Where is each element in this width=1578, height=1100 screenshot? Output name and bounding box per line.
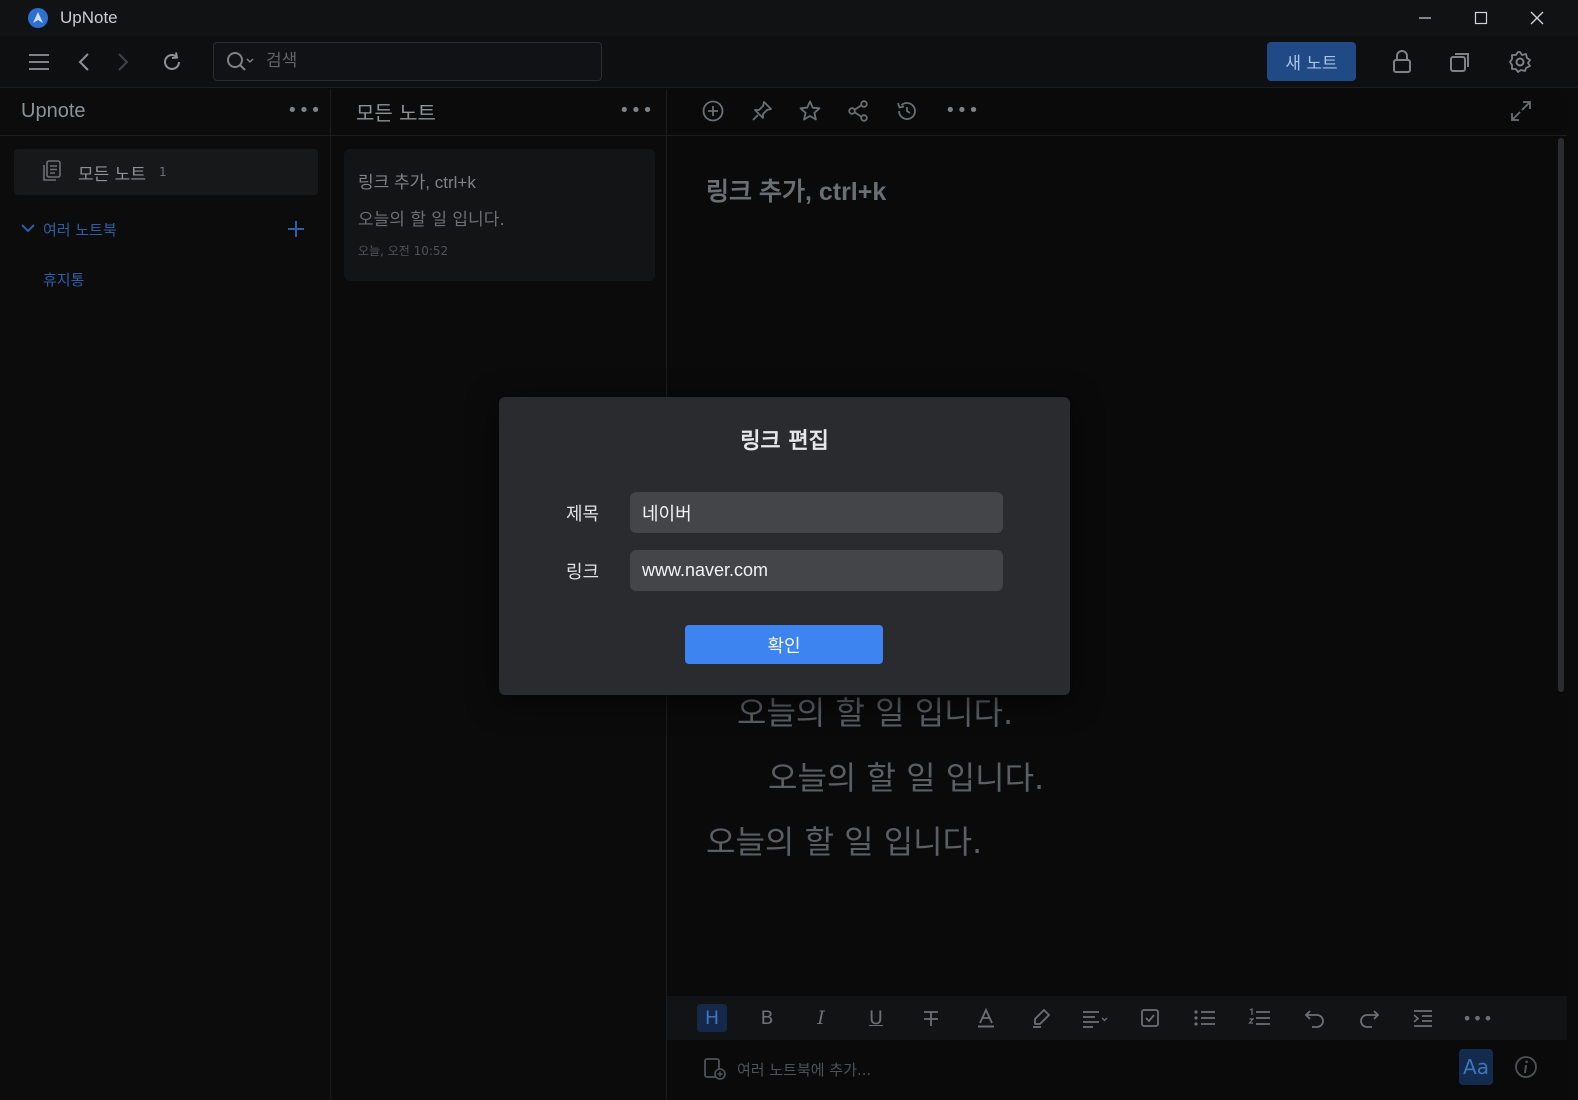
bold-button[interactable]: B — [752, 1004, 782, 1032]
gear-icon — [1509, 51, 1531, 73]
align-button[interactable] — [1080, 1004, 1110, 1032]
editor-divider — [667, 135, 1567, 136]
chevron-right-icon — [118, 53, 129, 71]
expand-button[interactable] — [1509, 99, 1533, 123]
note-list-more-button[interactable]: ••• — [619, 100, 654, 121]
redo-icon — [1360, 1010, 1380, 1028]
text-color-icon — [978, 1008, 994, 1028]
pin-icon — [752, 101, 772, 121]
maximize-icon — [1474, 11, 1488, 25]
underline-button[interactable]: U — [861, 1004, 891, 1032]
add-notebook-button[interactable] — [287, 220, 305, 238]
new-window-button[interactable] — [1446, 48, 1474, 76]
upnote-logo-icon — [28, 8, 48, 28]
editor-more-button[interactable]: ••• — [945, 100, 980, 121]
redo-button[interactable] — [1354, 1004, 1384, 1032]
sidebar-title: Upnote — [21, 100, 86, 122]
minimize-button[interactable] — [1397, 0, 1453, 36]
undo-button[interactable] — [1300, 1004, 1330, 1032]
history-button[interactable] — [895, 99, 919, 123]
sidebar — [0, 89, 331, 1100]
sidebar-item-notebooks[interactable]: 여러 노트북 — [43, 219, 117, 240]
align-left-icon — [1083, 1011, 1108, 1028]
sidebar-more-button[interactable]: ••• — [287, 100, 322, 121]
lock-button[interactable] — [1388, 48, 1416, 76]
confirm-button[interactable]: 확인 — [685, 625, 883, 664]
indent-icon — [1413, 1010, 1432, 1027]
editor-body-line[interactable]: 오늘의 할 일 입니다. — [768, 753, 1044, 799]
plus-circle-icon — [702, 100, 724, 122]
new-note-button[interactable]: 새 노트 — [1267, 42, 1356, 81]
expand-icon — [1511, 101, 1531, 121]
close-window-button[interactable] — [1509, 0, 1565, 36]
refresh-icon — [164, 52, 180, 70]
text-style-button[interactable]: Aa — [1459, 1049, 1493, 1085]
link-title-input[interactable] — [630, 492, 1003, 533]
note-list-title: 모든 노트 — [356, 101, 436, 125]
undo-icon — [1304, 1010, 1324, 1028]
note-list-divider — [331, 135, 667, 136]
notes-stack-icon — [42, 160, 62, 182]
sidebar-divider — [0, 135, 331, 136]
info-icon — [1515, 1056, 1537, 1078]
numbered-list-button[interactable] — [1245, 1004, 1275, 1032]
title-bar — [0, 0, 1578, 36]
note-count-badge: 1 — [159, 165, 167, 179]
search-icon — [226, 51, 258, 73]
share-icon — [848, 100, 868, 122]
search-input[interactable] — [266, 50, 586, 72]
note-card-snippet: 오늘의 할 일 입니다. — [358, 210, 505, 230]
strikethrough-icon — [924, 1011, 938, 1026]
plus-icon — [288, 221, 304, 237]
link-field-label: 링크 — [566, 562, 600, 583]
add-circle-button[interactable] — [701, 99, 725, 123]
menu-button[interactable] — [25, 48, 53, 76]
pin-button[interactable] — [750, 99, 774, 123]
history-icon — [897, 102, 916, 120]
dialog-title: 링크 편집 — [740, 429, 829, 454]
checkbox-icon — [1141, 1009, 1159, 1027]
note-card-timestamp: 오늘, 오전 10:52 — [358, 244, 449, 258]
editor-body-line[interactable]: 오늘의 할 일 입니다. — [706, 817, 982, 863]
highlight-button[interactable] — [1026, 1004, 1056, 1032]
star-icon — [799, 100, 821, 121]
sidebar-item-label: 모든 노트 — [78, 165, 146, 185]
app-title: UpNote — [60, 8, 118, 27]
format-more-button[interactable]: ••• — [1462, 1004, 1493, 1032]
bullet-list-button[interactable] — [1190, 1004, 1220, 1032]
chevron-left-icon — [78, 53, 89, 71]
indent-button[interactable] — [1408, 1004, 1438, 1032]
sync-button[interactable] — [158, 48, 186, 76]
bullet-list-icon — [1194, 1010, 1215, 1026]
checklist-button[interactable] — [1135, 1004, 1165, 1032]
add-to-notebook-icon[interactable] — [703, 1057, 727, 1081]
info-button[interactable] — [1514, 1055, 1538, 1079]
strikethrough-button[interactable] — [916, 1004, 946, 1032]
back-button[interactable] — [70, 48, 98, 76]
close-icon — [1530, 11, 1544, 25]
favorite-button[interactable] — [798, 99, 822, 123]
heading-button[interactable]: H — [697, 1004, 727, 1032]
title-field-label: 제목 — [566, 504, 600, 525]
maximize-button[interactable] — [1453, 0, 1509, 36]
editor-note-title[interactable]: 링크 추가, ctrl+k — [706, 172, 886, 208]
chevron-down-icon[interactable] — [20, 222, 36, 234]
note-card-title: 링크 추가, ctrl+k — [358, 173, 476, 192]
sidebar-item-trash[interactable]: 휴지통 — [43, 269, 84, 290]
add-to-notebook-input[interactable]: 여러 노트북에 추가... — [737, 1059, 871, 1080]
numbered-list-icon — [1248, 1008, 1270, 1025]
forward-button[interactable] — [109, 48, 137, 76]
italic-button[interactable]: I — [806, 1004, 836, 1032]
hamburger-icon — [29, 54, 49, 70]
copy-window-icon — [1450, 53, 1469, 72]
minimize-icon — [1419, 17, 1431, 19]
link-url-input[interactable] — [630, 550, 1003, 591]
editor-scrollbar[interactable] — [1558, 138, 1564, 692]
settings-button[interactable] — [1506, 48, 1534, 76]
text-color-button[interactable] — [971, 1004, 1001, 1032]
share-button[interactable] — [846, 99, 870, 123]
lock-icon — [1393, 50, 1411, 73]
highlighter-icon — [1033, 1009, 1050, 1028]
